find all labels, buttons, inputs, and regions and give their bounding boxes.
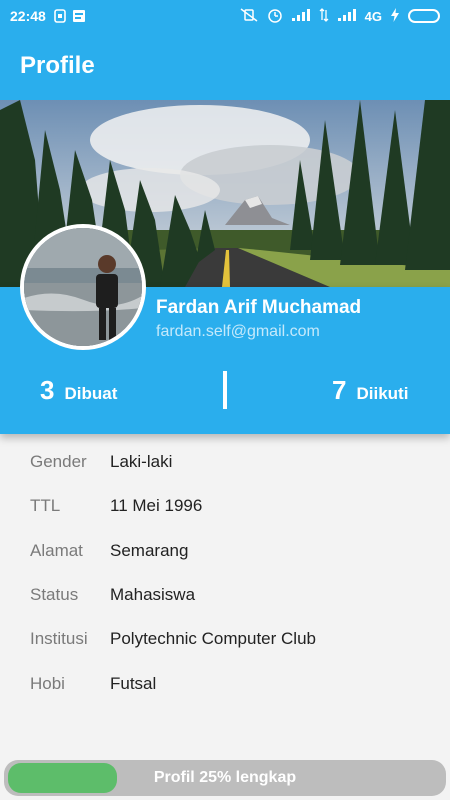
status-time: 22:48 xyxy=(10,8,46,24)
stat-created-label: Dibuat xyxy=(64,384,118,403)
charging-icon xyxy=(391,7,399,25)
app-notification-icon xyxy=(72,9,86,23)
progress-label: Profil 25% lengkap xyxy=(153,769,297,786)
page-title: Profile xyxy=(20,52,95,79)
profile-progress-bar[interactable]: Profil 25% lengkap xyxy=(4,760,446,796)
avatar[interactable] xyxy=(20,224,146,350)
network-type: 4G xyxy=(364,8,382,24)
detail-row-ttl: TTL 11 Mei 1996 xyxy=(30,496,202,520)
stat-created[interactable]: 3 Dibuat xyxy=(40,375,117,406)
app-bar: Profile xyxy=(0,32,450,100)
signal-icon xyxy=(291,8,310,24)
battery-icon xyxy=(408,9,440,23)
detail-value: Laki-laki xyxy=(110,452,173,471)
status-right-group: 4G xyxy=(240,7,440,26)
detail-row-alamat: Alamat Semarang xyxy=(30,541,188,565)
stat-followed[interactable]: 7 Diikuti xyxy=(332,375,408,406)
data-transfer-icon xyxy=(319,7,329,25)
stat-created-count: 3 xyxy=(40,375,55,405)
detail-value: Futsal xyxy=(110,674,157,693)
sim-notification-icon xyxy=(54,9,66,23)
detail-row-status: Status Mahasiswa xyxy=(30,585,195,609)
profile-name: Fardan Arif Muchamad xyxy=(156,297,362,318)
vibrate-off-icon xyxy=(240,7,258,25)
detail-row-hobi: Hobi Futsal xyxy=(30,674,156,698)
detail-label: TTL xyxy=(30,496,61,515)
signal-icon-2 xyxy=(337,8,356,24)
detail-label: Alamat xyxy=(30,541,83,560)
detail-label: Gender xyxy=(30,452,87,471)
detail-row-gender: Gender Laki-laki xyxy=(30,452,172,476)
status-bar: 22:48 4G xyxy=(0,0,450,32)
stat-followed-label: Diikuti xyxy=(356,384,409,403)
detail-value: Semarang xyxy=(110,541,189,560)
stat-followed-count: 7 xyxy=(332,375,347,405)
detail-value: 11 Mei 1996 xyxy=(110,496,203,515)
profile-email: fardan.self@gmail.com xyxy=(156,323,320,340)
detail-label: Hobi xyxy=(30,674,65,693)
detail-value: Mahasiswa xyxy=(110,585,196,604)
alarm-icon xyxy=(267,7,283,26)
detail-label: Status xyxy=(30,585,79,604)
detail-row-institusi: Institusi Polytechnic Computer Club xyxy=(30,629,316,653)
stat-divider xyxy=(223,371,227,409)
detail-label: Institusi xyxy=(30,629,88,648)
detail-value: Polytechnic Computer Club xyxy=(110,629,316,648)
